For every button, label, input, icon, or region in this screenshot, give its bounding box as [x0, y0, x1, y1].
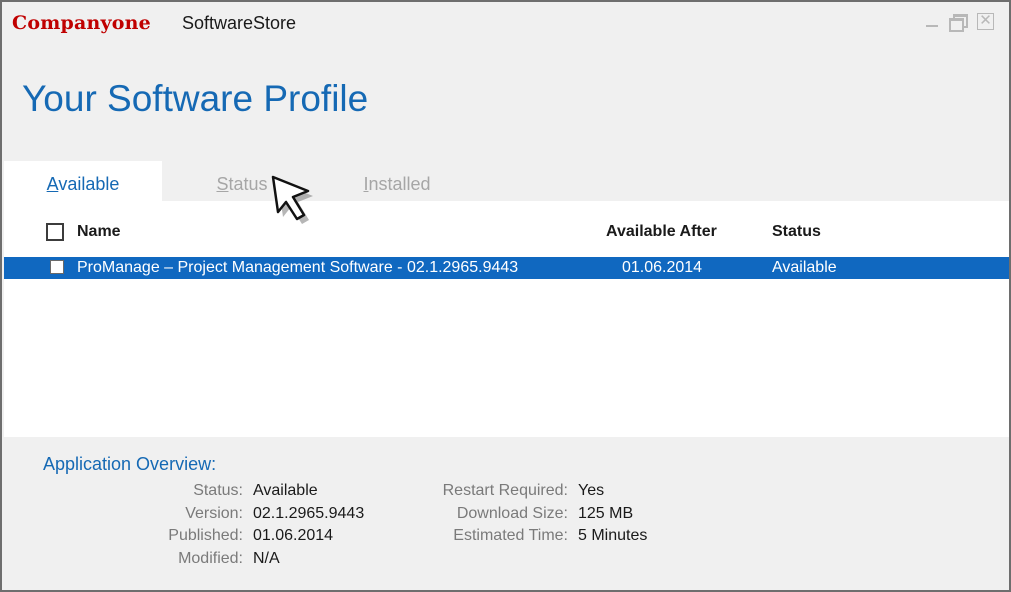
app-name: SoftwareStore — [182, 13, 297, 33]
overview-modified-value: N/A — [253, 550, 280, 567]
overview-title: Application Overview: — [43, 454, 217, 474]
overview-estimated-time-label: Estimated Time: — [453, 527, 568, 544]
close-icon[interactable]: ✕ — [976, 12, 996, 32]
overview-status-value: Available — [253, 482, 318, 499]
minimize-icon[interactable] — [922, 12, 942, 32]
restore-icon[interactable] — [948, 12, 968, 32]
mouse-pointer-icon — [271, 175, 313, 224]
overview-published-label: Published: — [168, 527, 243, 544]
table-row[interactable]: ProManage – Project Management Software … — [4, 257, 1009, 279]
column-header-status[interactable]: Status — [772, 223, 821, 241]
overview-version-label: Version: — [185, 505, 243, 522]
overview-published-value: 01.06.2014 — [253, 527, 334, 544]
column-header-name[interactable]: Name — [77, 223, 121, 241]
overview-status-label: Status: — [193, 482, 243, 499]
overview-restart-label: Restart Required: — [442, 482, 568, 499]
column-header-available-after[interactable]: Available After — [606, 223, 717, 241]
row-available-after: 01.06.2014 — [622, 259, 703, 276]
tab-available-label: Available — [46, 174, 120, 194]
tab-installed-label: Installed — [363, 174, 431, 194]
tab-installed[interactable]: Installed — [342, 161, 452, 201]
select-all-checkbox[interactable] — [46, 223, 64, 241]
tab-available[interactable]: Available — [4, 161, 162, 201]
page-title: Your Software Profile — [22, 78, 369, 119]
overview-version-value: 02.1.2965.9443 — [253, 505, 365, 522]
row-name: ProManage – Project Management Software … — [77, 259, 519, 276]
software-list-panel: Name Available After Status ProManage – … — [4, 201, 1009, 437]
brand-logo: Companyone — [12, 12, 151, 34]
overview-restart-value: Yes — [578, 482, 605, 499]
overview-modified-label: Modified: — [178, 550, 243, 567]
overview-download-size-value: 125 MB — [578, 505, 634, 522]
tab-status-label: Status — [216, 174, 268, 194]
row-checkbox[interactable] — [50, 260, 64, 274]
overview-estimated-time-value: 5 Minutes — [578, 527, 648, 544]
overview-download-size-label: Download Size: — [456, 505, 568, 522]
row-status: Available — [772, 259, 837, 276]
app-window: Companyone SoftwareStore ✕ Your Software… — [0, 0, 1011, 592]
title-bar: Companyone SoftwareStore ✕ — [2, 2, 1009, 42]
